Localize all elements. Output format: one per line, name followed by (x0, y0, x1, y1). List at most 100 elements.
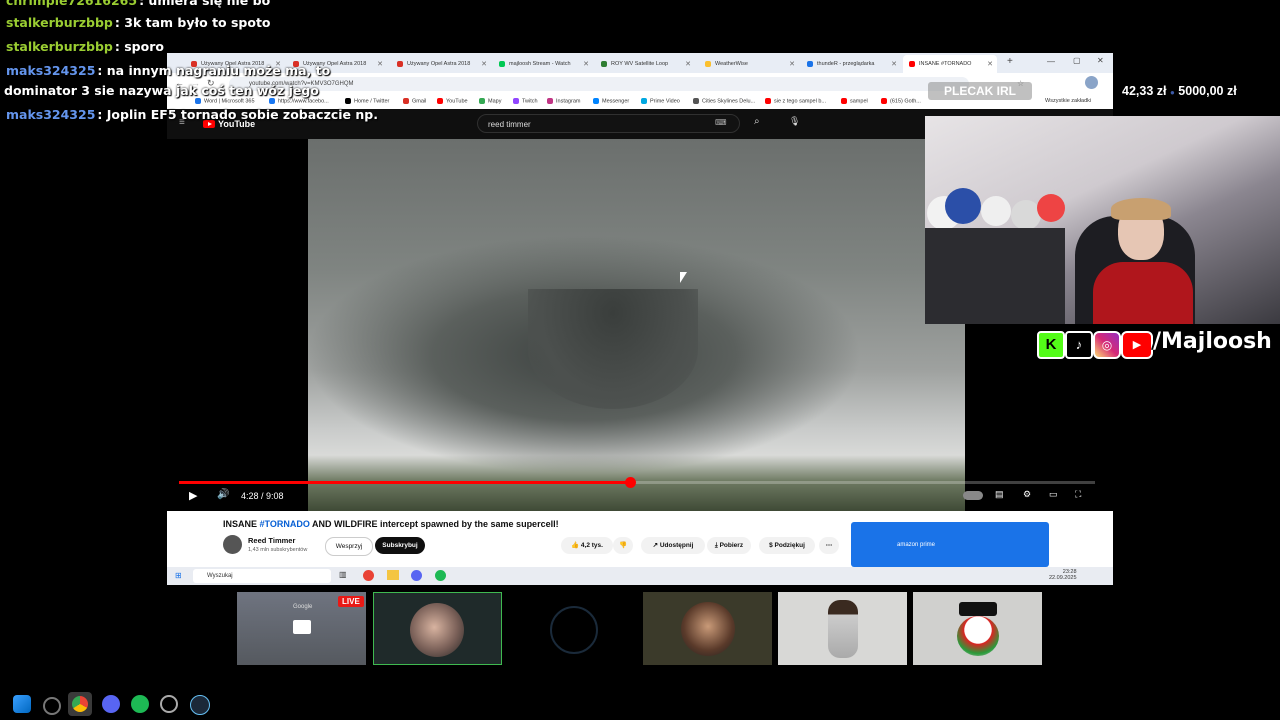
fullscreen-icon[interactable]: ⛶ (1075, 489, 1081, 500)
bookmark-item[interactable]: sampel (841, 98, 868, 104)
browser-tab[interactable]: majloosh Stream - Watch ✕ (493, 55, 593, 73)
search-icon[interactable]: ⌕ (754, 116, 760, 127)
tab-label: ROY WV Satellite Loop (611, 61, 669, 67)
new-tab-icon[interactable]: + (1007, 56, 1013, 67)
more-actions-icon[interactable]: ⋯ (819, 537, 839, 554)
taskbar-search-input[interactable]: Wyszukaj (193, 569, 331, 583)
bookmark-icon (269, 98, 275, 104)
task-view-icon[interactable]: ▥ (339, 570, 347, 579)
participant-tile[interactable] (778, 592, 907, 665)
theater-mode-icon[interactable]: ▭ (1049, 489, 1058, 500)
bookmark-item[interactable]: YouTube (437, 98, 468, 104)
shelf (925, 228, 1065, 324)
app-icon[interactable] (160, 695, 178, 713)
bookmark-item[interactable]: Home / Twitter (345, 98, 389, 104)
play-icon[interactable]: ▶ (189, 489, 197, 502)
bookmark-item[interactable]: https://www.facebo... (269, 98, 329, 104)
bookmark-item[interactable]: Cities Skylines Delu... (693, 98, 755, 104)
autoplay-toggle[interactable] (963, 491, 983, 500)
close-icon[interactable]: ✕ (685, 60, 691, 68)
dislike-icon[interactable]: 👎 (613, 537, 633, 554)
bookmark-item[interactable]: Instagram (547, 98, 580, 104)
steam-icon[interactable] (190, 695, 210, 715)
close-icon[interactable]: ✕ (377, 60, 383, 68)
bookmark-icon (195, 98, 201, 104)
browser-tab[interactable]: thundeR - przeglądarka ✕ (801, 55, 901, 73)
maximize-icon[interactable]: ▢ (1073, 56, 1081, 65)
share-button[interactable]: ↗ Udostępnij (641, 537, 705, 554)
share-icon: ↗ (652, 542, 660, 549)
thanks-button[interactable]: $ Podziękuj (759, 537, 815, 554)
bookmark-item[interactable]: (615) Goth... (881, 98, 921, 104)
profile-avatar[interactable] (1085, 76, 1098, 89)
settings-icon[interactable]: ⚙ (1023, 489, 1031, 500)
participant-tile[interactable] (913, 592, 1042, 665)
windows-start-icon[interactable]: ⊞ (175, 571, 182, 580)
browser-tab[interactable]: Używany Opel Astra 2018 ✕ (391, 55, 491, 73)
chat-username: maks324325 (6, 63, 96, 78)
discord-icon[interactable] (102, 695, 120, 713)
participant-tile[interactable] (508, 592, 637, 665)
file-explorer-icon[interactable] (387, 570, 399, 580)
like-button[interactable]: 👍 4,2 tys. (561, 537, 613, 554)
channel-name[interactable]: Reed Timmer (248, 536, 295, 545)
volume-icon[interactable]: 🔊 (217, 489, 229, 500)
spotify-icon[interactable] (131, 695, 149, 713)
search-icon[interactable] (43, 697, 61, 715)
bookmark-item[interactable]: Mapy (479, 98, 501, 104)
channel-avatar[interactable] (223, 535, 242, 554)
bookmark-icon (403, 98, 409, 104)
microphone-icon[interactable]: 🎙 (789, 116, 800, 127)
keyboard-icon[interactable]: ⌨ (715, 118, 727, 127)
bookmark-item[interactable]: sie z tego sampel b... (765, 98, 826, 104)
url-field[interactable]: youtube.com/watch?v=KMV3O7GHQM (229, 77, 969, 91)
bookmark-item[interactable]: Word | Microsoft 365 (195, 98, 255, 104)
discord-icon[interactable] (411, 570, 422, 581)
hashtag-link[interactable]: #TORNADO (260, 519, 310, 529)
bookmark-item[interactable]: Messenger (593, 98, 629, 104)
window-close-icon[interactable]: ✕ (1097, 56, 1104, 65)
close-icon[interactable]: ✕ (987, 60, 993, 68)
chat-message: chrimpie72616265: umiera się nie bo (6, 0, 270, 8)
bookmark-icon (693, 98, 699, 104)
bookmark-icon (345, 98, 351, 104)
windows-start-icon[interactable] (13, 695, 31, 713)
progress-scrubber[interactable] (624, 477, 636, 488)
tab-favicon (499, 61, 505, 67)
chrome-taskbar-button[interactable] (68, 692, 92, 716)
close-icon[interactable]: ✕ (583, 60, 589, 68)
bookmark-icon (547, 98, 553, 104)
chrome-icon[interactable] (363, 570, 374, 581)
chat-text: : na innym nagraniu może ma, to (97, 63, 331, 78)
mouse-cursor-icon (680, 272, 687, 283)
download-button[interactable]: ⤓ Pobierz (707, 537, 751, 554)
bookmark-item[interactable]: Gmail (403, 98, 426, 104)
all-bookmarks[interactable]: Wszystkie zakładki (1045, 98, 1091, 104)
ad-banner[interactable]: amazon prime (851, 522, 1049, 567)
screen-share-tile[interactable]: Google LIVE (237, 592, 366, 665)
search-input[interactable]: reed timmer (477, 114, 740, 133)
football (981, 196, 1011, 226)
progress-bar[interactable] (179, 477, 1095, 488)
close-icon[interactable]: ✕ (789, 60, 795, 68)
participant-tile[interactable] (373, 592, 502, 665)
minimize-icon[interactable]: — (1047, 57, 1055, 66)
bookmark-item[interactable]: Twitch (513, 98, 538, 104)
participant-tile[interactable] (643, 592, 772, 665)
join-button[interactable]: Wesprzyj (325, 537, 373, 556)
close-icon[interactable]: ✕ (481, 60, 487, 68)
spotify-icon[interactable] (435, 570, 446, 581)
close-icon[interactable]: ✕ (891, 60, 897, 68)
video-info: INSANE #TORNADO AND WILDFIRE intercept s… (167, 511, 1113, 571)
video-frame[interactable] (308, 139, 965, 511)
subtitles-icon[interactable]: ▤ (995, 489, 1004, 500)
bookmark-item[interactable]: Prime Video (641, 98, 680, 104)
browser-tab[interactable]: ROY WV Satellite Loop ✕ (595, 55, 695, 73)
chat-message: stalkerburzbbp: 3k tam było to spoto (6, 15, 271, 30)
donation-current: 42,33 zł (1122, 84, 1167, 98)
subscribe-button[interactable]: Subskrybuj (375, 537, 425, 554)
participant-avatar (957, 616, 999, 656)
browser-tab-active[interactable]: INSANE #TORNADO ✕ (903, 55, 997, 73)
chat-message: dominator 3 sie nazywa jak coś ten wóz j… (4, 83, 319, 98)
browser-tab[interactable]: WeatherWise ✕ (699, 55, 799, 73)
